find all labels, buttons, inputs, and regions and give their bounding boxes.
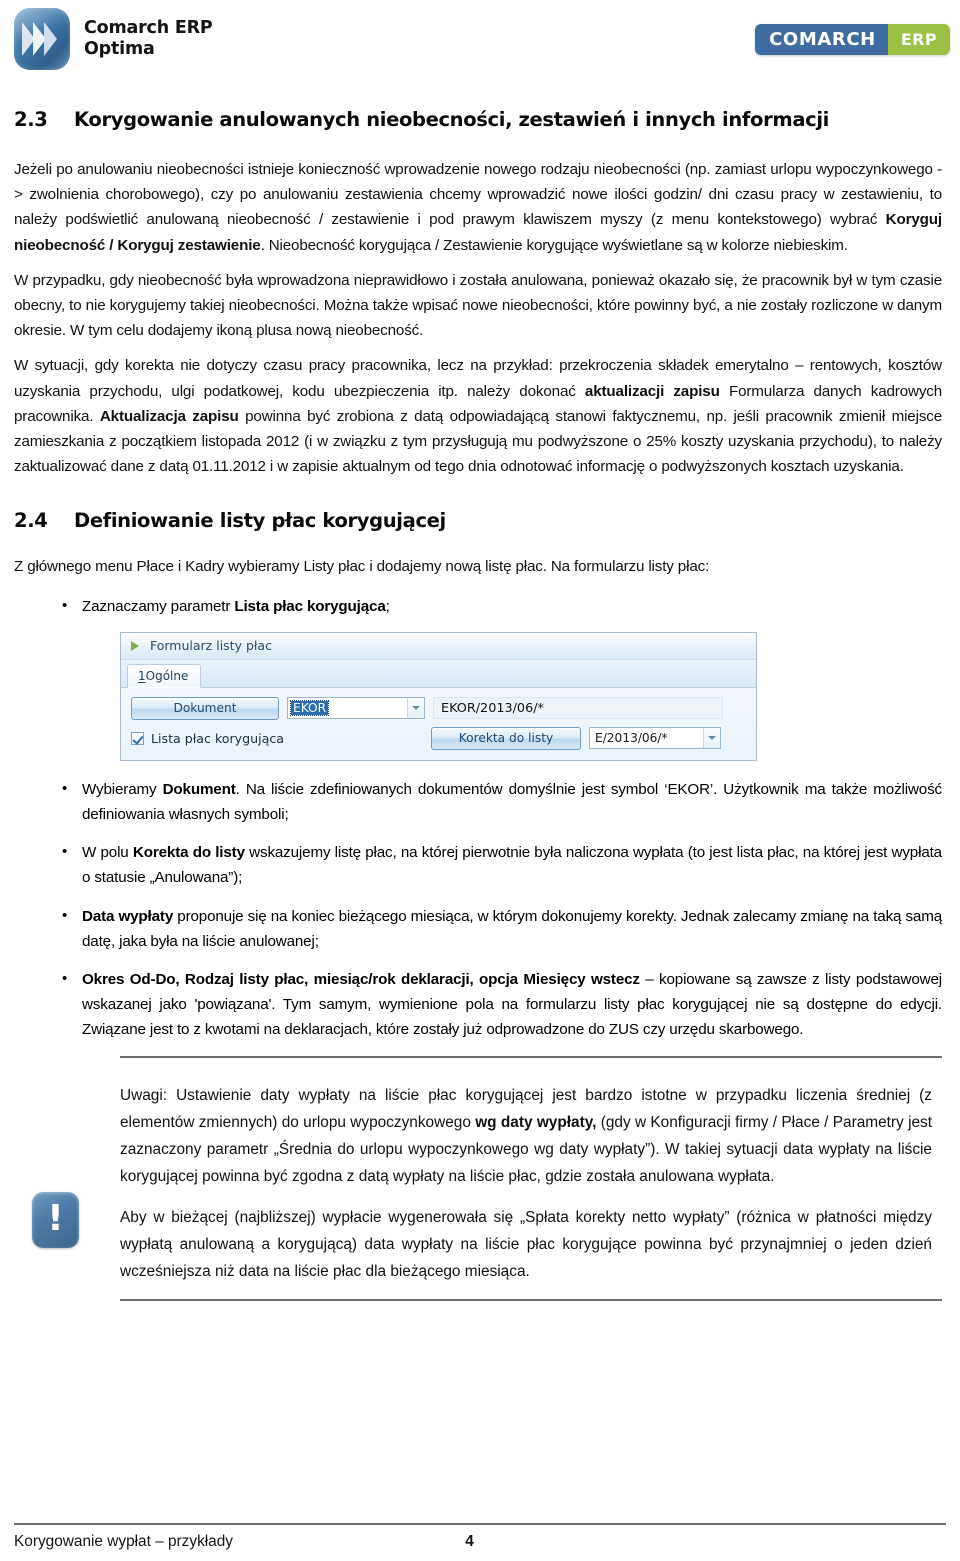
dokument-symbol-value: EKOR [289, 700, 330, 717]
korekta-do-listy-combo[interactable]: E/2013/06/* [589, 727, 721, 750]
window-icon [129, 639, 143, 653]
exclamation-icon: ! [32, 1191, 79, 1248]
section-24-bullets-top: Zaznaczamy parametr Lista płac korygując… [14, 593, 942, 619]
chevron-down-icon[interactable] [703, 728, 720, 749]
footer-divider [14, 1523, 946, 1525]
dokument-symbol-combo[interactable]: EKOR [287, 697, 425, 720]
footer-title: Korygowanie wypłat – przykłady [14, 1533, 233, 1550]
section-24-bullets-bottom: Wybieramy Dokument. Na liście zdefiniowa… [14, 776, 942, 1043]
product-name-line1: Comarch ERP [84, 17, 213, 38]
b1-text-a: Wybieramy [82, 780, 163, 798]
list-item: Okres Od-Do, Rodzaj listy płac, miesiąc/… [14, 966, 942, 1043]
dokument-number-field: EKOR/2013/06/* [433, 697, 723, 720]
footer-row: Korygowanie wypłat – przykłady 4 [14, 1533, 946, 1551]
b3-bold: Data wypłaty [82, 907, 174, 925]
section-24-intro: Z głównego menu Płace i Kadry wybieramy … [14, 558, 710, 576]
optima-logo-icon [14, 8, 70, 70]
note-paragraph-2: Aby w bieżącej (najbliższej) wypłacie wy… [120, 1208, 932, 1280]
tab-ogolne[interactable]: 1 Ogólne [127, 663, 202, 688]
product-name-line2: Optima [84, 39, 155, 59]
comarch-erp-badge: COMARCH ERP [755, 24, 950, 55]
badge-comarch-label: COMARCH [755, 24, 888, 55]
section-23-paragraph-1: Jeżeli po anulowaniu nieobecności istnie… [14, 157, 942, 258]
p3-bold-1: aktualizacji zapisu [584, 382, 720, 400]
b0-bold: Lista płac korygująca [234, 597, 386, 615]
note-block: ! Uwagi: Ustawienie daty wypłaty na liśc… [14, 1082, 942, 1285]
lista-plac-korygujaca-label: Lista płac korygująca [151, 730, 284, 746]
document-header: Comarch ERP Optima COMARCH ERP [0, 0, 960, 98]
chevron-down-icon[interactable] [407, 698, 424, 719]
section-23-heading: 2.3 Korygowanie anulowanych nieobecności… [14, 108, 942, 131]
section-24-number: 2.4 [14, 509, 48, 533]
b3-text-b: proponuje się na koniec bieżącego miesią… [82, 907, 942, 950]
footer-page-number: 4 [465, 1533, 474, 1550]
list-item: Data wypłaty proponuje się na koniec bie… [14, 903, 942, 954]
list-item: Wybieramy Dokument. Na liście zdefiniowa… [14, 776, 942, 827]
b1-bold: Dokument [162, 780, 236, 798]
b2-bold: Korekta do listy [132, 844, 245, 862]
korekta-do-listy-value: E/2013/06/* [595, 731, 668, 746]
b4-bold: Okres Od-Do, Rodzaj listy płac, miesiąc/… [82, 971, 640, 989]
product-name: Comarch ERP Optima [84, 18, 213, 61]
korekta-do-listy-button[interactable]: Korekta do listy [431, 726, 581, 750]
section-24-heading: 2.4 Definiowanie listy płac korygującej [14, 509, 942, 532]
note-rule-bottom [120, 1298, 942, 1301]
dialog-body: Dokument EKOR EKOR/2013/06/* Lista płac … [121, 687, 756, 760]
note-paragraph-1: Uwagi: Ustawienie daty wypłaty na liście… [120, 1082, 942, 1190]
note-section: ! Uwagi: Ustawienie daty wypłaty na liśc… [14, 1055, 942, 1301]
formularz-listy-plac-dialog: Formularz listy płac 1 Ogólne Dokument E… [120, 631, 757, 761]
list-item: Zaznaczamy parametr Lista płac korygując… [14, 593, 942, 619]
dialog-tabstrip: 1 Ogólne [121, 659, 756, 688]
section-23-paragraph-3: W sytuacji, gdy korekta nie dotyczy czas… [14, 353, 942, 479]
note-rule-top [120, 1055, 942, 1058]
dokument-button[interactable]: Dokument [131, 696, 279, 720]
p1-text-b: . Nieobecność korygująca / Zestawienie k… [260, 236, 848, 254]
b2-text-a: W polu [82, 844, 133, 862]
list-item: W polu Korekta do listy wskazujemy listę… [14, 839, 942, 890]
section-24-title: Definiowanie listy płac korygującej [74, 509, 446, 533]
section-23-title: Korygowanie anulowanych nieobecności, ze… [74, 108, 829, 131]
section-23-number: 2.3 [14, 108, 48, 131]
b0-text-a: Zaznaczamy parametr [82, 597, 235, 615]
dialog-title: Formularz listy płac [150, 638, 272, 654]
dialog-titlebar: Formularz listy płac [121, 632, 756, 660]
korekta-row: Lista płac korygująca Korekta do listy E… [131, 726, 746, 750]
dokument-row: Dokument EKOR EKOR/2013/06/* [131, 696, 746, 720]
note-p1-bold: wg daty wypłaty, [475, 1113, 597, 1131]
checkbox-icon[interactable] [131, 731, 144, 745]
p1-text-a: Jeżeli po anulowaniu nieobecności istnie… [14, 161, 942, 229]
document-footer: Korygowanie wypłat – przykłady 4 [0, 1523, 960, 1561]
tab-ogolne-label: Ogólne [145, 668, 189, 683]
page-content: 2.3 Korygowanie anulowanych nieobecności… [0, 108, 960, 1301]
p3-bold-2: Aktualizacja zapisu [99, 407, 239, 425]
comarch-optima-logo: Comarch ERP Optima [14, 8, 213, 70]
lista-plac-korygujaca-checkbox-wrap[interactable]: Lista płac korygująca [131, 731, 423, 746]
tab-accesskey: 1 [138, 668, 146, 683]
b0-text-b: ; [385, 597, 390, 615]
section-23-paragraph-2: W przypadku, gdy nieobecność była wprowa… [14, 271, 942, 340]
badge-erp-label: ERP [887, 24, 950, 55]
